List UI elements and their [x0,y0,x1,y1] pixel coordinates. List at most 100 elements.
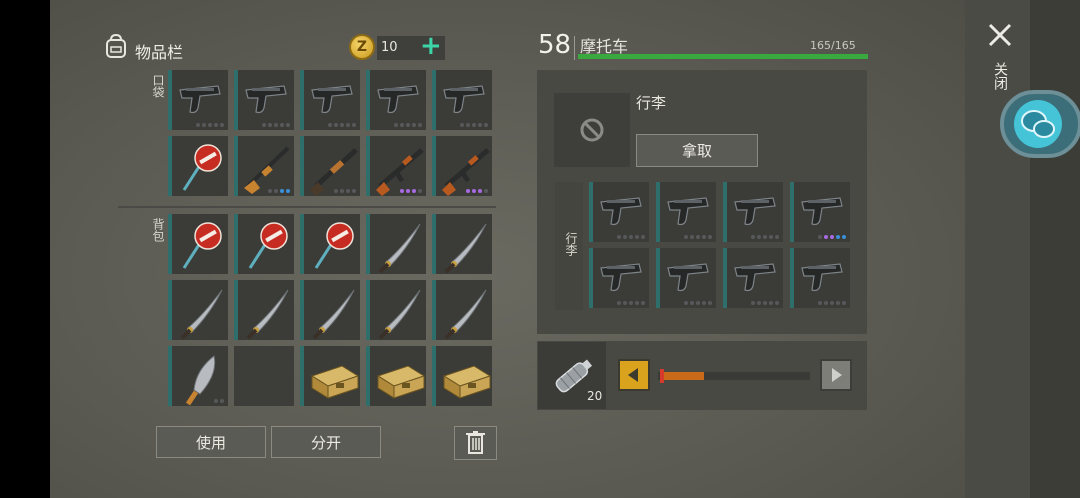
trash-icon [466,431,485,454]
left-edge [0,0,50,498]
backpack-slot[interactable] [168,280,228,340]
trash-button[interactable] [454,426,497,460]
decrease-button[interactable] [618,359,650,391]
close-label[interactable]: 关闭 [990,62,1010,90]
coin-icon: Z [349,34,375,60]
katana-icon [246,289,289,340]
backpack-slot[interactable] [234,280,294,340]
pocket-slot[interactable] [432,136,492,196]
vehicle-hp-text: 165/165 [810,39,856,52]
wechat-float-button[interactable] [1000,90,1080,158]
pocket-slot[interactable] [300,136,360,196]
assault-rifle-icon [442,148,490,196]
pocket-slot[interactable] [366,136,426,196]
backpack-slot[interactable] [300,214,360,274]
rifle-icon [244,146,290,194]
rarity-dots [334,189,356,193]
rarity-dots [751,301,779,305]
stop-sign-icon [182,222,222,269]
katana-icon [378,289,421,340]
pistol-icon [377,85,419,114]
katana-icon [444,223,487,274]
backpack-slot[interactable] [168,346,228,406]
katana-icon [378,223,421,274]
split-button[interactable]: 分开 [271,426,381,458]
rarity-dots [751,235,779,239]
pocket-slot[interactable] [168,70,228,130]
pocket-slot[interactable] [432,70,492,130]
backpack-slot[interactable] [300,346,360,406]
backpack-icon [106,33,126,58]
take-button[interactable]: 拿取 [636,134,758,167]
cargo-slot[interactable] [656,248,716,308]
pistol-icon [734,197,776,226]
rarity-dots [400,189,422,193]
rarity-dots [214,399,224,403]
pocket-slot[interactable] [234,70,294,130]
stop-sign-icon [248,222,288,269]
backpack-slot[interactable] [432,280,492,340]
cargo-slot[interactable] [723,248,783,308]
rarity-dots [268,189,290,193]
assault-rifle-icon [376,148,424,196]
backpack-slot[interactable] [366,214,426,274]
prohibited-icon [580,118,604,142]
katana-icon [444,289,487,340]
stop-sign-icon [314,222,354,269]
increase-button[interactable] [820,359,852,391]
pocket-slot[interactable] [366,70,426,130]
backpack-slot[interactable] [432,214,492,274]
rarity-dots [196,123,224,127]
pistol-icon [801,263,843,292]
pocket-slot[interactable] [300,70,360,130]
coin-count: 10 [381,40,398,55]
cargo-slot[interactable] [589,248,649,308]
backpack-slot[interactable] [366,280,426,340]
fuel-slider-fill [662,372,704,380]
stop-sign-icon [182,144,222,191]
inventory-title: 物品栏 [135,43,184,62]
fuel-slider-thumb[interactable] [660,369,664,383]
cargo-slot[interactable] [589,182,649,242]
backpack-slot[interactable] [234,214,294,274]
rarity-dots [328,123,356,127]
backpack-slot[interactable] [168,214,228,274]
rarity-dots [818,301,846,305]
close-icon[interactable] [985,20,1015,50]
cargo-slot[interactable] [790,182,850,242]
shotgun-icon [310,148,358,196]
backpack-slot[interactable] [234,346,294,406]
pistol-icon [443,85,485,114]
trunk-title: 行李 [636,94,667,112]
backpack-slot[interactable] [300,280,360,340]
chat-bubble-icon [1021,110,1055,138]
pistol-icon [600,263,642,292]
ammo-box-icon [310,365,360,399]
rarity-dots [684,235,712,239]
cargo-label: 行李 [564,232,578,256]
add-coins-button[interactable]: + [420,31,442,61]
cargo-slot[interactable] [790,248,850,308]
rarity-dots [466,189,488,193]
katana-icon [312,289,355,340]
rarity-dots [617,301,645,305]
backpack-label: 背包 [151,218,165,242]
use-button[interactable]: 使用 [156,426,266,458]
pocket-slot[interactable] [234,136,294,196]
pistol-icon [311,85,353,114]
backpack-slot[interactable] [366,346,426,406]
pistol-icon [667,263,709,292]
rarity-dots [818,235,846,239]
side-strip [965,0,1080,498]
ammo-box-icon [376,365,426,399]
cargo-side: 行李 [555,182,583,310]
cargo-slot[interactable] [723,182,783,242]
pocket-slot[interactable] [168,136,228,196]
pistol-icon [667,197,709,226]
rarity-dots [460,123,488,127]
pistol-icon [801,197,843,226]
backpack-slot[interactable] [432,346,492,406]
pistol-icon [600,197,642,226]
cargo-slot[interactable] [656,182,716,242]
vehicle-hp-bar [578,54,868,59]
